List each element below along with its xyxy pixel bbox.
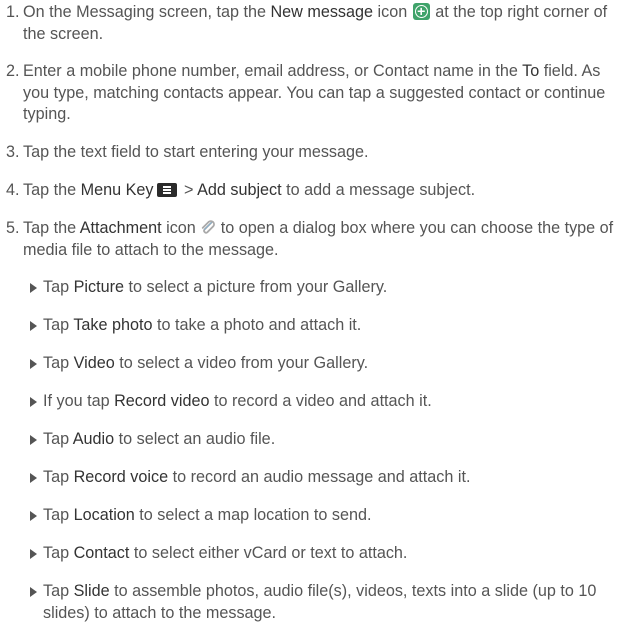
- bullet-text: to select either vCard or text to attach…: [129, 544, 408, 562]
- menu-key-icon: [156, 183, 177, 197]
- bullet-video: Tap Video to select a video from your Ga…: [30, 353, 628, 375]
- attachment-term: Attachment: [79, 219, 162, 237]
- paperclip-icon: [202, 220, 216, 234]
- step-text: Enter a mobile phone number, email addre…: [23, 62, 523, 80]
- step-text: Tap the text field to start entering you…: [23, 143, 369, 161]
- bullet-text: Tap: [43, 430, 73, 448]
- bullet-take-photo: Tap Take photo to take a photo and attac…: [30, 315, 628, 337]
- step-5: 5. Tap the Attachment icon to open a dia…: [6, 218, 628, 261]
- add-subject-term: Add subject: [197, 181, 282, 199]
- bullet-text: Tap: [43, 316, 74, 334]
- step-text: >: [179, 181, 198, 199]
- bullet-triangle-icon: [30, 587, 37, 597]
- bullet-triangle-icon: [30, 549, 37, 559]
- bullet-contact: Tap Contact to select either vCard or te…: [30, 543, 628, 565]
- step-text: icon: [373, 3, 412, 21]
- bullet-term: Contact: [73, 544, 130, 562]
- step-number: 5.: [6, 219, 20, 237]
- bullet-record-voice: Tap Record voice to record an audio mess…: [30, 467, 628, 489]
- bullet-text: Tap: [43, 506, 74, 524]
- new-message-icon: [412, 1, 430, 22]
- step-2: 2. Enter a mobile phone number, email ad…: [6, 61, 628, 126]
- bullet-record-video: If you tap Record video to record a vide…: [30, 391, 628, 413]
- step-text: to add a message subject.: [281, 181, 476, 199]
- bullet-audio: Tap Audio to select an audio file.: [30, 429, 628, 451]
- bullet-text: to select a picture from your Gallery.: [124, 278, 388, 296]
- step-text: On the Messaging screen, tap the: [23, 3, 271, 21]
- bullet-picture: Tap Picture to select a picture from you…: [30, 277, 628, 299]
- bullet-term: Record voice: [73, 468, 169, 486]
- step-text: Tap the: [23, 181, 81, 199]
- bullet-text: Tap: [43, 354, 74, 372]
- bullet-triangle-icon: [30, 435, 37, 445]
- bullet-triangle-icon: [30, 473, 37, 483]
- bullet-text: to take a photo and attach it.: [152, 316, 362, 334]
- bullet-triangle-icon: [30, 511, 37, 521]
- bullet-term: Record video: [114, 392, 210, 410]
- step-number: 4.: [6, 181, 20, 199]
- to-field-term: To: [522, 62, 540, 80]
- bullet-term: Video: [73, 354, 115, 372]
- step-number: 3.: [6, 143, 20, 161]
- bullet-text: Tap: [43, 278, 74, 296]
- bullet-text: to select a map location to send.: [134, 506, 372, 524]
- bullet-slide: Tap Slide to assemble photos, audio file…: [30, 581, 628, 624]
- bullet-term: Location: [73, 506, 135, 524]
- bullet-text: to select a video from your Gallery.: [114, 354, 369, 372]
- bullet-term: Slide: [73, 582, 110, 600]
- bullet-location: Tap Location to select a map location to…: [30, 505, 628, 527]
- bullet-text: Tap: [43, 544, 74, 562]
- bullet-text: Tap: [43, 468, 74, 486]
- new-message-term: New message: [270, 3, 374, 21]
- step-4: 4. Tap the Menu Key > Add subject to add…: [6, 180, 628, 202]
- instructions-document: 1. On the Messaging screen, tap the New …: [0, 0, 631, 622]
- bullet-term: Picture: [73, 278, 124, 296]
- bullet-triangle-icon: [30, 283, 37, 293]
- bullet-term: Take photo: [73, 316, 153, 334]
- step-text: icon: [161, 219, 201, 237]
- bullet-triangle-icon: [30, 321, 37, 331]
- bullet-text: to record a video and attach it.: [209, 392, 432, 410]
- step-text: Tap the: [23, 219, 80, 237]
- bullet-text: If you tap: [43, 392, 115, 410]
- bullet-term: Audio: [72, 430, 115, 448]
- bullet-text: to record an audio message and attach it…: [168, 468, 471, 486]
- bullet-text: to assemble photos, audio file(s), video…: [43, 582, 597, 622]
- step-3: 3. Tap the text field to start entering …: [6, 142, 628, 164]
- bullet-text: to select an audio file.: [114, 430, 276, 448]
- step-1: 1. On the Messaging screen, tap the New …: [6, 1, 628, 45]
- bullet-text: Tap: [43, 582, 74, 600]
- bullet-triangle-icon: [30, 397, 37, 407]
- step-number: 1.: [6, 3, 20, 21]
- step-number: 2.: [6, 62, 20, 80]
- bullet-triangle-icon: [30, 359, 37, 369]
- menu-key-term: Menu Key: [80, 181, 154, 199]
